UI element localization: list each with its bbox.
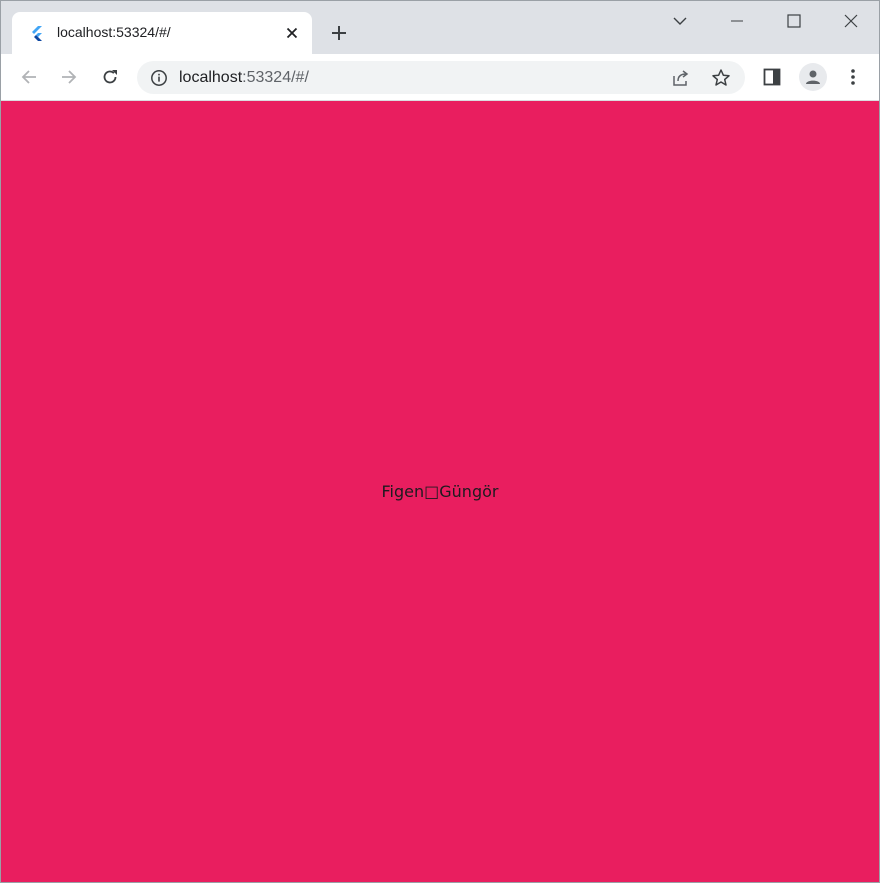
tab-strip: localhost:53324/#/ [1, 1, 879, 54]
flutter-icon [29, 25, 45, 41]
forward-arrow-icon[interactable] [57, 65, 81, 89]
new-tab-button[interactable] [327, 21, 351, 45]
reload-icon[interactable] [98, 65, 122, 89]
url-host: localhost [179, 69, 243, 86]
browser-toolbar: localhost:53324/#/ [1, 54, 879, 101]
close-tab-icon[interactable] [284, 25, 300, 41]
share-icon[interactable] [671, 68, 691, 88]
chevron-down-icon[interactable] [668, 9, 692, 33]
page-content: Figen□Güngör [1, 101, 879, 882]
url-text[interactable]: localhost:53324/#/ [179, 69, 309, 87]
tab-title: localhost:53324/#/ [57, 24, 171, 40]
url-path: :53324/#/ [242, 69, 309, 86]
maximize-icon[interactable] [782, 9, 806, 33]
back-arrow-icon[interactable] [17, 65, 41, 89]
close-window-icon[interactable] [839, 9, 863, 33]
browser-tab[interactable]: localhost:53324/#/ [12, 12, 312, 54]
address-bar[interactable]: localhost:53324/#/ [137, 61, 745, 94]
browser-window: localhost:53324/#/ localhost:53324/#/ Fi… [0, 0, 880, 883]
info-icon[interactable] [150, 69, 168, 87]
side-panel-icon[interactable] [760, 65, 784, 89]
profile-icon[interactable] [799, 63, 827, 91]
star-icon[interactable] [711, 68, 731, 88]
kebab-menu-icon[interactable] [841, 65, 865, 89]
minimize-icon[interactable] [725, 9, 749, 33]
center-text: Figen□Güngör [381, 482, 499, 501]
